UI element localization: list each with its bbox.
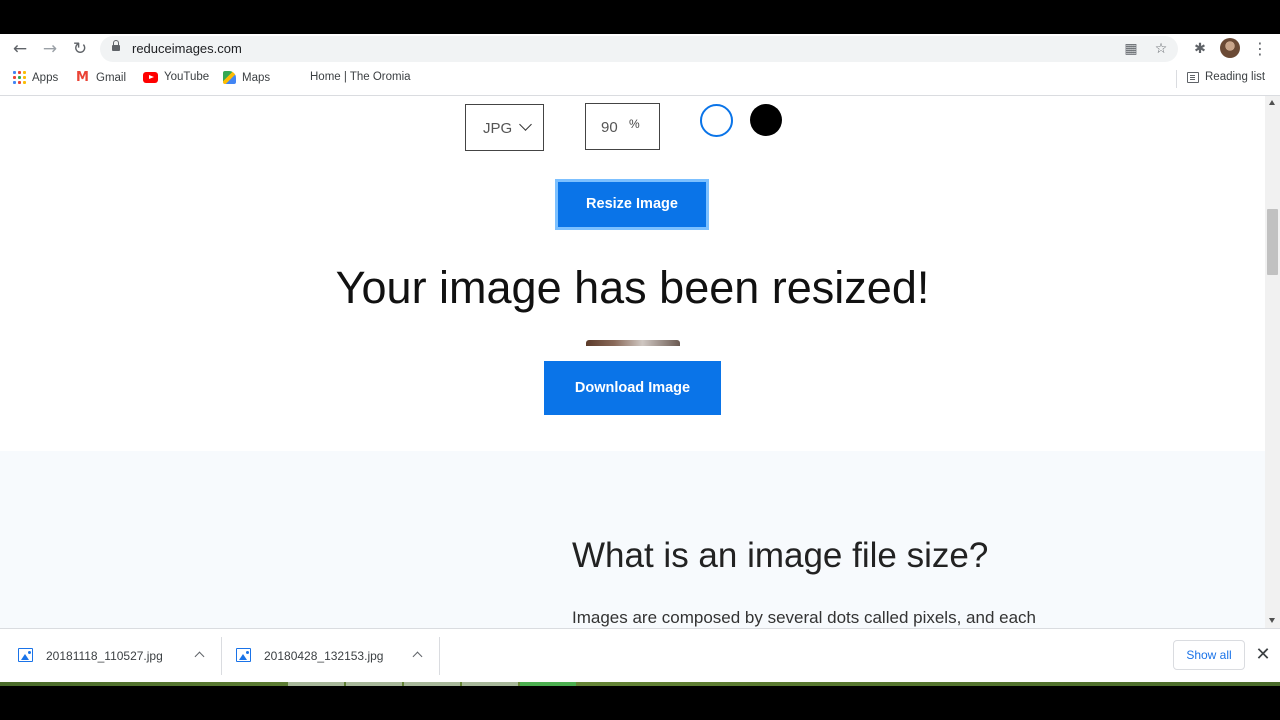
- download-item[interactable]: 20181118_110527.jpg: [18, 629, 218, 683]
- quality-unit: %: [629, 117, 640, 131]
- image-file-icon: [236, 648, 251, 662]
- extensions-icon[interactable]: ✱: [1190, 39, 1210, 59]
- result-headline: Your image has been resized!: [335, 262, 930, 313]
- bookmark-gmail[interactable]: M Gmail: [76, 71, 126, 85]
- background-color-white-option[interactable]: [700, 104, 733, 137]
- gmail-icon: M: [76, 70, 89, 85]
- download-item[interactable]: 20180428_132153.jpg: [236, 629, 436, 683]
- youtube-icon: [143, 71, 158, 83]
- download-separator: [221, 637, 222, 675]
- format-select-value: JPG: [483, 120, 513, 137]
- bookmark-label: Gmail: [96, 72, 127, 84]
- browser-toolbar: ← → ↻ reduceimages.com ▦ ☆ ✱ ⋮: [0, 34, 1280, 64]
- resize-image-button[interactable]: Resize Image: [555, 179, 709, 230]
- download-separator: [439, 637, 440, 675]
- chevron-up-icon[interactable]: [412, 651, 423, 662]
- chevron-up-icon[interactable]: [194, 651, 205, 662]
- bookmark-star-icon[interactable]: ☆: [1152, 40, 1170, 58]
- download-filename: 20180428_132153.jpg: [264, 649, 384, 663]
- chevron-down-icon: [519, 118, 532, 131]
- bookmark-maps[interactable]: Maps: [223, 71, 270, 84]
- bookmarks-bar: Apps M Gmail YouTube Maps Home | The Oro…: [0, 66, 1280, 92]
- page-viewport: JPG 90 % Resize Image Your image has bee…: [0, 96, 1265, 628]
- background-color-black-option[interactable]: [750, 104, 782, 136]
- address-bar[interactable]: reduceimages.com ▦ ☆: [100, 36, 1178, 62]
- downloads-bar: 20181118_110527.jpg 20180428_132153.jpg …: [0, 628, 1280, 682]
- info-paragraph: Images are composed by several dots call…: [572, 608, 1036, 627]
- show-all-downloads-button[interactable]: Show all: [1173, 640, 1245, 670]
- bookmarks-separator: [1176, 70, 1177, 88]
- maps-icon: [223, 71, 236, 84]
- info-title: What is an image file size?: [572, 536, 989, 575]
- profile-avatar[interactable]: [1220, 38, 1240, 58]
- bookmark-home-the-oromia[interactable]: Home | The Oromia: [310, 71, 411, 83]
- page-scrollbar[interactable]: [1265, 96, 1280, 628]
- browser-menu-icon[interactable]: ⋮: [1250, 39, 1270, 59]
- scroll-thumb[interactable]: [1267, 209, 1278, 275]
- bookmark-label: Home | The Oromia: [310, 71, 411, 83]
- bookmark-label: Maps: [242, 71, 271, 84]
- screen-top-border: [0, 0, 1280, 34]
- url-text[interactable]: reduceimages.com: [132, 41, 242, 56]
- info-section: What is an image file size? Images are c…: [0, 451, 1265, 628]
- back-icon[interactable]: ←: [10, 39, 30, 59]
- scroll-down-arrow-icon[interactable]: [1269, 618, 1275, 623]
- download-image-button[interactable]: Download Image: [544, 361, 721, 415]
- resized-image-preview: [586, 340, 680, 346]
- reading-list-label: Reading list: [1205, 71, 1266, 83]
- download-filename: 20181118_110527.jpg: [46, 649, 163, 663]
- forward-icon[interactable]: →: [40, 39, 60, 59]
- lock-icon: [112, 40, 120, 53]
- bookmark-youtube[interactable]: YouTube: [143, 71, 209, 83]
- format-select[interactable]: JPG: [465, 104, 544, 151]
- browser-chrome: ← → ↻ reduceimages.com ▦ ☆ ✱ ⋮ Apps M Gm…: [0, 34, 1280, 96]
- bookmark-label: YouTube: [164, 71, 210, 83]
- scroll-up-arrow-icon[interactable]: [1269, 100, 1275, 105]
- bookmark-label: Apps: [32, 71, 59, 84]
- image-file-icon: [18, 648, 33, 662]
- apps-grid-icon: [13, 71, 26, 84]
- quality-value: 90: [601, 119, 618, 136]
- close-icon[interactable]: ✕: [1254, 646, 1272, 664]
- qr-code-icon[interactable]: ▦: [1122, 40, 1140, 58]
- bookmark-apps[interactable]: Apps: [13, 71, 58, 84]
- screen-bottom-border: [0, 686, 1280, 720]
- reading-list-icon: [1187, 71, 1199, 83]
- quality-input[interactable]: 90 %: [585, 103, 660, 150]
- reload-icon[interactable]: ↻: [70, 39, 90, 59]
- reading-list-button[interactable]: Reading list: [1187, 71, 1265, 83]
